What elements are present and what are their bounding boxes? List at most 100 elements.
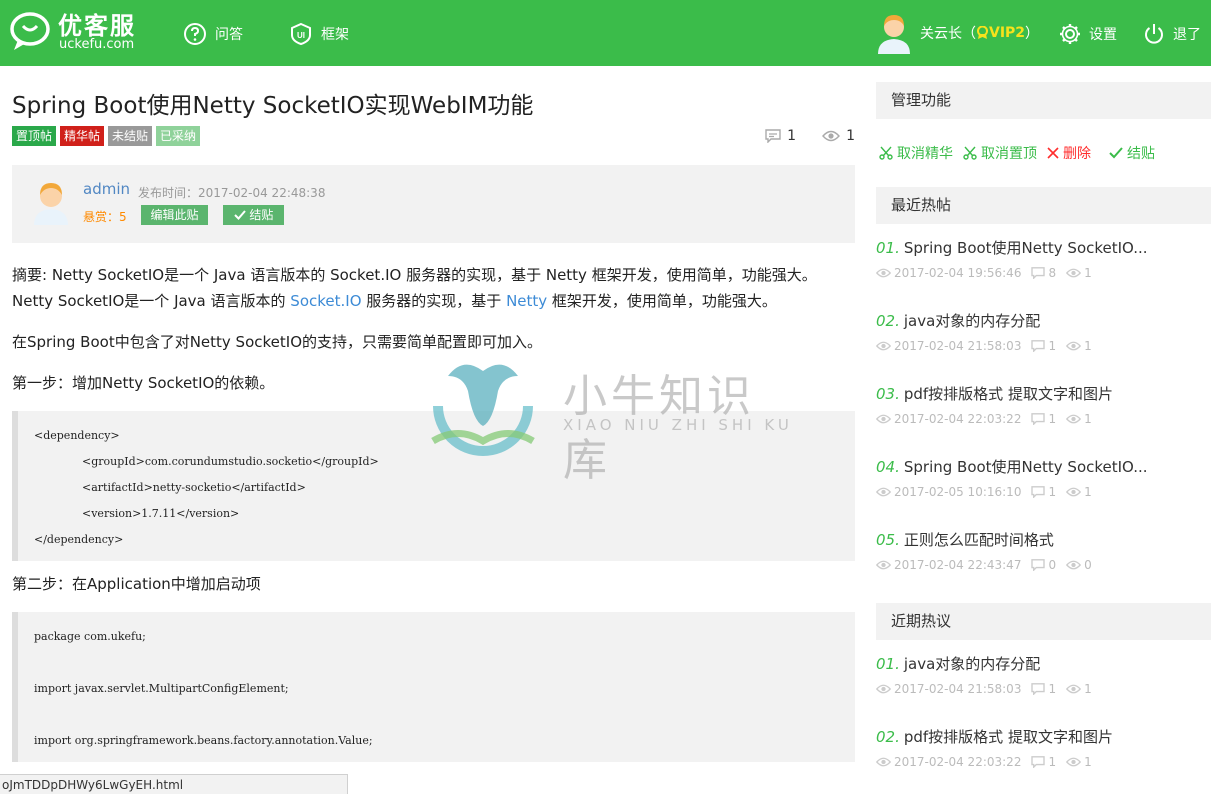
item-number: 03. bbox=[876, 385, 900, 403]
item-views: 1 bbox=[1084, 682, 1092, 696]
item-date: 2017-02-05 10:16:10 bbox=[894, 485, 1022, 499]
item-date: 2017-02-04 22:43:47 bbox=[894, 558, 1022, 572]
close-thread-button[interactable]: 结贴 bbox=[1109, 143, 1155, 163]
author-box: admin 发布时间：2017-02-04 22:48:38 悬赏：5 编辑此贴… bbox=[12, 165, 855, 243]
item-views: 0 bbox=[1084, 558, 1092, 572]
item-date: 2017-02-04 21:58:03 bbox=[894, 339, 1022, 353]
item-meta: 2017-02-04 22:03:22 1 1 bbox=[876, 755, 1211, 769]
settings-button[interactable]: 设置 bbox=[1059, 20, 1117, 48]
eye-icon bbox=[876, 268, 891, 278]
post-stats: 1 1 bbox=[765, 128, 855, 144]
intro-paragraph: Netty SocketIO是一个 Java 语言版本的 Socket.IO 服… bbox=[12, 288, 855, 314]
tag-unsolved: 未结贴 bbox=[108, 126, 153, 146]
item-title: Spring Boot使用Netty SocketIO... bbox=[903, 458, 1148, 476]
step2-paragraph: 第二步：在Application中增加启动项 bbox=[12, 575, 261, 593]
item-meta: 2017-02-04 21:58:03 1 1 bbox=[876, 682, 1211, 696]
chat-bubble-logo-icon bbox=[10, 12, 50, 50]
nav-framework-label: 框架 bbox=[321, 27, 349, 43]
unfeature-button[interactable]: 取消精华 bbox=[879, 143, 953, 163]
user-name-suffix: ） bbox=[1025, 26, 1040, 42]
eye-icon bbox=[876, 414, 891, 424]
unfeature-label: 取消精华 bbox=[897, 146, 953, 162]
watermark: 小牛知识库 XIAO NIU ZHI SHI KU bbox=[418, 346, 798, 486]
author-name[interactable]: admin bbox=[83, 180, 130, 198]
item-title: pdf按排版格式 提取文字和图片 bbox=[903, 728, 1113, 746]
comment-icon bbox=[1031, 340, 1046, 352]
watermark-en: XIAO NIU ZHI SHI KU bbox=[563, 416, 793, 434]
item-title: java对象的内存分配 bbox=[903, 655, 1041, 673]
item-date: 2017-02-04 22:03:22 bbox=[894, 755, 1022, 769]
discussion-link[interactable]: 01. java对象的内存分配 bbox=[876, 654, 1211, 674]
item-title: java对象的内存分配 bbox=[903, 312, 1041, 330]
close-post-button[interactable]: 结贴 bbox=[223, 205, 284, 225]
item-comments: 1 bbox=[1048, 412, 1057, 426]
admin-panel-title: 管理功能 bbox=[876, 82, 1211, 119]
top-header: 优客服 uckefu.com 问答 UI 框架 关云长（ VIP2 ） 设置 退… bbox=[0, 0, 1211, 66]
item-number: 02. bbox=[876, 728, 900, 746]
item-meta: 2017-02-04 19:56:46 8 1 bbox=[876, 266, 1211, 280]
item-meta: 2017-02-05 10:16:10 1 1 bbox=[876, 485, 1211, 499]
item-views: 1 bbox=[1084, 266, 1092, 280]
eye-icon bbox=[876, 757, 891, 767]
site-logo[interactable]: 优客服 uckefu.com bbox=[10, 12, 150, 56]
hot-post-link[interactable]: 01. Spring Boot使用Netty SocketIO... bbox=[876, 238, 1211, 258]
code-line: package com.ukefu; bbox=[34, 630, 146, 643]
code-line: </dependency> bbox=[34, 533, 124, 546]
netty-link[interactable]: Netty bbox=[506, 292, 547, 310]
ui-shield-icon: UI bbox=[291, 22, 311, 46]
delete-label: 删除 bbox=[1063, 146, 1091, 162]
item-meta: 2017-02-04 22:03:22 1 1 bbox=[876, 412, 1211, 426]
author-avatar[interactable] bbox=[32, 179, 70, 225]
intro-text-c: 框架开发，使用简单，功能强大。 bbox=[547, 292, 777, 310]
user-menu[interactable]: 关云长（ VIP2 ） bbox=[876, 12, 1039, 54]
browser-status-bar: oJmTDDpDHWy6LwGyEH.html bbox=[0, 774, 348, 794]
edit-post-button[interactable]: 编辑此贴 bbox=[141, 205, 208, 225]
item-views: 1 bbox=[1084, 485, 1092, 499]
item-views: 1 bbox=[1084, 755, 1092, 769]
eye-icon bbox=[1066, 560, 1082, 570]
power-icon bbox=[1145, 24, 1163, 44]
item-title: Spring Boot使用Netty SocketIO... bbox=[903, 239, 1148, 257]
list-item: 02. pdf按排版格式 提取文字和图片 2017-02-04 22:03:22 … bbox=[876, 727, 1211, 794]
list-item: 05. 正则怎么匹配时间格式 2017-02-04 22:43:47 0 0 bbox=[876, 530, 1211, 603]
eye-icon bbox=[1066, 268, 1082, 278]
question-icon bbox=[184, 23, 206, 45]
admin-ops: 取消精华 取消置顶 删除 结贴 bbox=[876, 119, 1211, 187]
post-tags: 置顶帖 精华帖 未结贴 已采纳 bbox=[12, 126, 201, 146]
user-name: 关云长（ bbox=[920, 26, 976, 42]
comment-count: 1 bbox=[787, 128, 797, 144]
tag-featured: 精华帖 bbox=[60, 126, 105, 146]
logout-button[interactable]: 退了 bbox=[1143, 20, 1201, 48]
delete-button[interactable]: 删除 bbox=[1047, 143, 1091, 163]
item-number: 05. bbox=[876, 531, 900, 549]
eye-icon bbox=[1066, 341, 1082, 351]
intro-text-a: Netty SocketIO是一个 Java 语言版本的 bbox=[12, 292, 291, 310]
socketio-link[interactable]: Socket.IO bbox=[290, 292, 361, 310]
post-title: Spring Boot使用Netty SocketIO实现WebIM功能 bbox=[12, 93, 534, 119]
discussion-link[interactable]: 02. pdf按排版格式 提取文字和图片 bbox=[876, 727, 1211, 747]
check-icon bbox=[1109, 147, 1123, 159]
scissors-icon bbox=[879, 146, 893, 160]
hot-post-link[interactable]: 03. pdf按排版格式 提取文字和图片 bbox=[876, 384, 1211, 404]
eye-icon bbox=[1066, 684, 1082, 694]
nav-qa[interactable]: 问答 bbox=[183, 20, 243, 48]
list-item: 01. java对象的内存分配 2017-02-04 21:58:03 1 1 bbox=[876, 654, 1211, 727]
hot-post-link[interactable]: 04. Spring Boot使用Netty SocketIO... bbox=[876, 457, 1211, 477]
unpin-button[interactable]: 取消置顶 bbox=[963, 143, 1037, 163]
eye-icon bbox=[1066, 487, 1082, 497]
vip-badge-icon bbox=[977, 26, 988, 39]
sidebar: 管理功能 取消精华 取消置顶 删除 结贴 最近热帖 01. Spring Boot… bbox=[876, 82, 1211, 794]
hot-post-link[interactable]: 02. java对象的内存分配 bbox=[876, 311, 1211, 331]
item-comments: 1 bbox=[1048, 755, 1057, 769]
code-block-application: package com.ukefu; import javax.servlet.M… bbox=[12, 612, 855, 762]
hot-post-link[interactable]: 05. 正则怎么匹配时间格式 bbox=[876, 530, 1211, 550]
list-item: 01. Spring Boot使用Netty SocketIO... 2017-0… bbox=[876, 238, 1211, 311]
code-line: <version>1.7.11</version> bbox=[82, 507, 240, 520]
comment-icon bbox=[1031, 756, 1046, 768]
eye-icon bbox=[876, 341, 891, 351]
item-comments: 1 bbox=[1048, 485, 1057, 499]
summary-paragraph: 摘要: Netty SocketIO是一个 Java 语言版本的 Socket.… bbox=[12, 266, 817, 284]
comment-icon bbox=[765, 129, 781, 143]
eye-icon bbox=[876, 560, 891, 570]
nav-framework[interactable]: UI 框架 bbox=[289, 20, 349, 48]
